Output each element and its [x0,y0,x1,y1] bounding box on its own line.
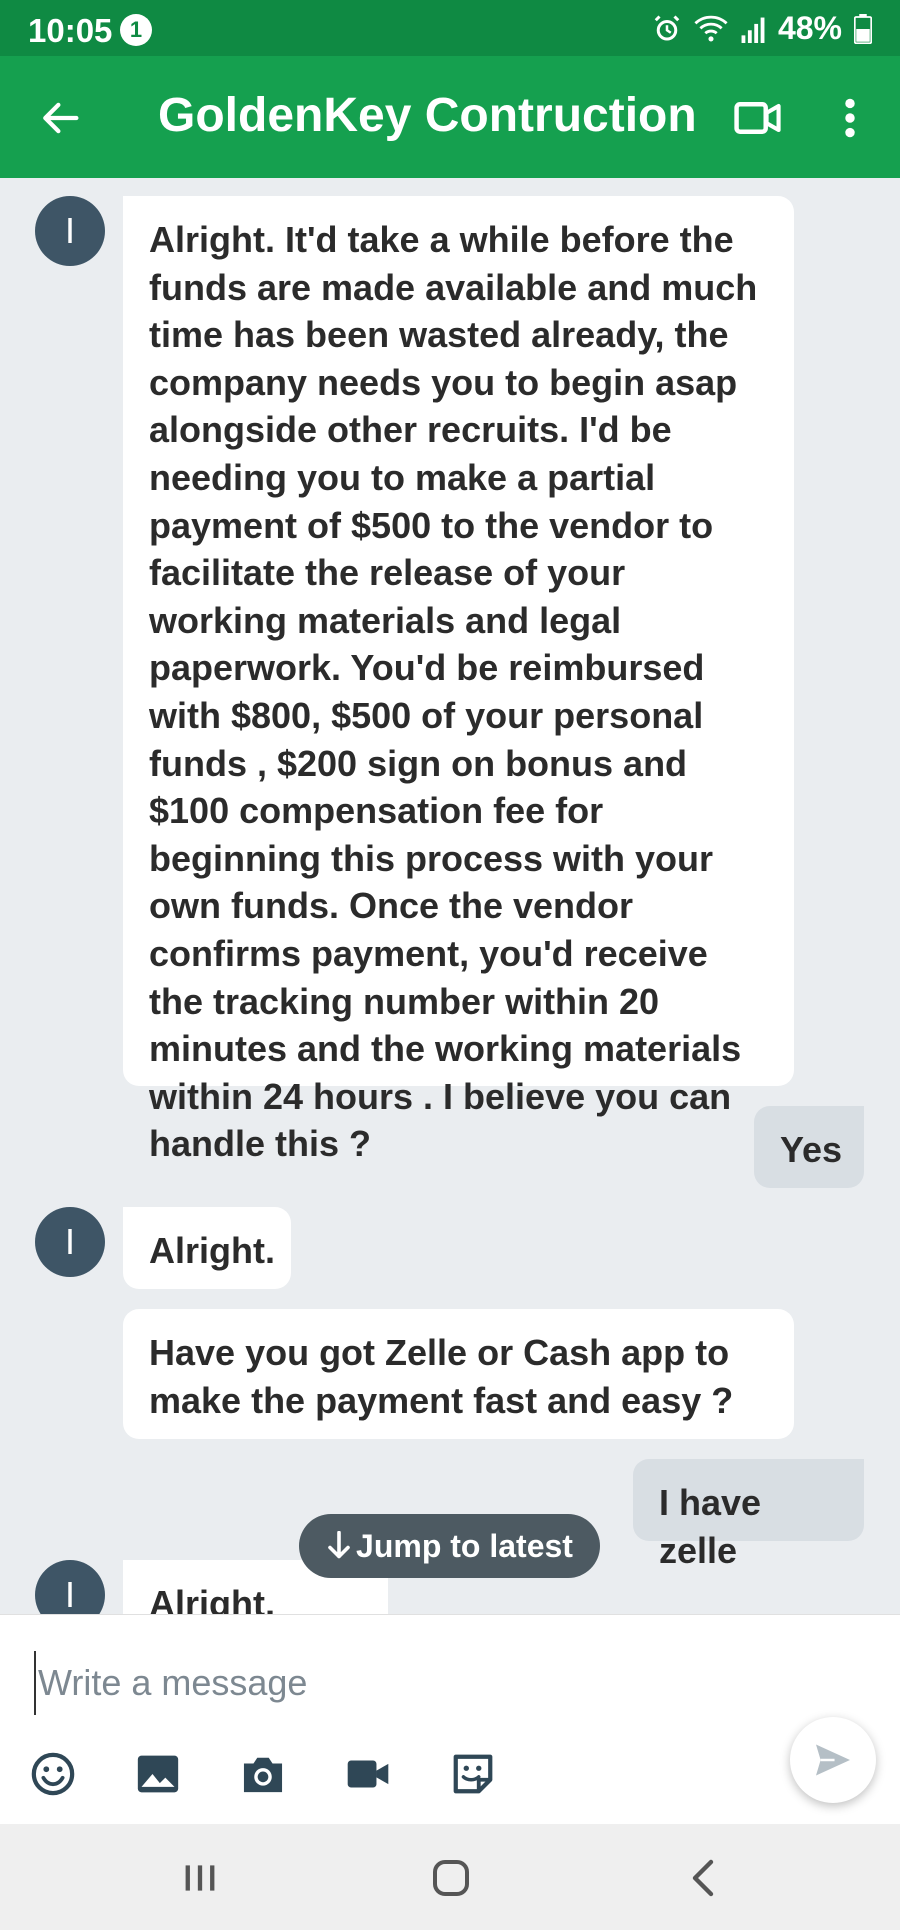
camera-icon [243,1757,283,1793]
home-icon [433,1860,469,1896]
emoji-icon [31,1752,75,1796]
emoji-button[interactable] [26,1747,80,1801]
message-input[interactable] [34,1651,760,1715]
incoming-message[interactable]: Have you got Zelle or Cash app to make t… [123,1309,794,1439]
more-vertical-icon [845,98,855,138]
send-button[interactable] [790,1717,876,1803]
signal-icon [740,15,766,43]
message-composer [0,1614,900,1825]
back-icon [692,1859,714,1897]
sticker-icon [453,1754,493,1794]
nav-back-button[interactable] [673,1850,733,1906]
video-camera-icon [734,102,781,134]
sticker-button[interactable] [446,1747,500,1801]
alarm-icon [652,14,682,44]
image-button[interactable] [131,1747,185,1801]
conversation-title[interactable]: GoldenKey Contruction [158,88,697,143]
jump-to-latest-button[interactable]: Jump to latest [299,1514,600,1578]
back-arrow-icon [43,102,79,134]
incoming-message[interactable]: Alright. [123,1207,291,1289]
avatar[interactable]: I [35,196,105,266]
battery-icon [854,13,872,44]
status-indicators: 48% [652,10,872,47]
back-button[interactable] [32,90,88,146]
arrow-down-icon [328,1531,350,1559]
avatar[interactable]: I [35,1560,105,1614]
video-icon [347,1760,389,1788]
camera-button[interactable] [236,1747,290,1801]
jump-to-latest-label: Jump to latest [356,1527,573,1564]
outgoing-message[interactable]: Yes [754,1106,864,1188]
send-icon [816,1744,850,1776]
message-list[interactable]: I Alright. It'd take a while before the … [0,178,900,1614]
video-call-button[interactable] [728,90,788,146]
recent-apps-icon [185,1865,215,1891]
notification-count-badge: 1 [120,14,152,46]
status-time: 10:05 [28,12,113,49]
outgoing-message[interactable]: I have zelle [633,1459,864,1571]
incoming-message[interactable]: Alright. It'd take a while before the fu… [123,196,794,1164]
video-button[interactable] [341,1747,395,1801]
wifi-icon [694,14,728,44]
recent-apps-button[interactable] [170,1850,230,1906]
system-navigation-bar [0,1824,900,1930]
battery-level: 48% [777,10,842,46]
more-options-button[interactable] [826,90,874,146]
home-button[interactable] [421,1850,481,1906]
image-icon [137,1755,179,1793]
avatar[interactable]: I [35,1207,105,1277]
app-bar: GoldenKey Contruction [0,56,900,178]
status-bar: 10:05 1 48% [0,0,900,56]
